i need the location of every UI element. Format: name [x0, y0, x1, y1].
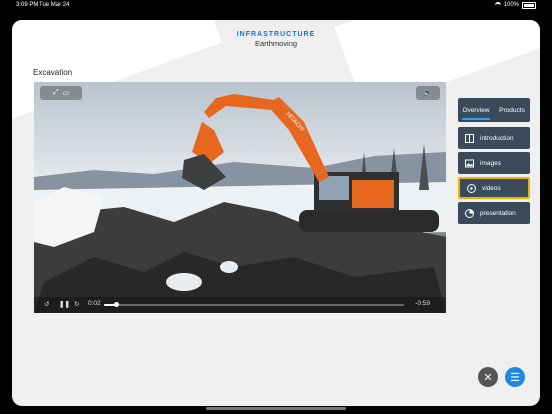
header: INFRASTRUCTURE Earthmoving: [12, 20, 540, 80]
menu-button[interactable]: ☰: [505, 367, 525, 387]
video-player[interactable]: HITACHI ⤢ ▭ 🔈 ↺ ❚❚ ↻ 0:02 -0:59: [34, 82, 446, 313]
fullscreen-button[interactable]: ⤢ ▭: [40, 86, 82, 100]
video-controls: ↺ ❚❚ ↻ 0:02 -0:59: [34, 297, 446, 313]
video-frame: HITACHI: [34, 94, 446, 313]
excavator-body: [352, 180, 394, 208]
snow-patch: [166, 273, 202, 291]
pip-icon: ▭: [62, 90, 70, 97]
menu-item-images[interactable]: images: [458, 152, 530, 174]
section-title: Excavation: [33, 68, 73, 77]
elapsed-time: 0:02: [88, 300, 101, 307]
hamburger-icon: ☰: [510, 371, 520, 384]
status-time: 3:09 PM: [16, 2, 39, 8]
remaining-time: -0:59: [415, 300, 430, 307]
tab-overview[interactable]: Overview: [458, 98, 494, 122]
battery-icon: [522, 1, 536, 9]
book-icon: [465, 133, 474, 143]
header-title: INFRASTRUCTURE: [236, 31, 316, 38]
excavator-tracks: [299, 210, 439, 232]
menu-item-presentation[interactable]: presentation: [458, 202, 530, 224]
tab-overview-label: Overview: [462, 106, 490, 114]
status-bar: 3:09 PM Tue Mar 24 100%: [0, 0, 552, 10]
app-screen: INFRASTRUCTURE Earthmoving Excavation HI…: [12, 20, 540, 406]
excavator-arm: [204, 94, 274, 118]
pause-icon[interactable]: ❚❚: [59, 300, 70, 308]
image-icon: [465, 159, 474, 168]
close-icon: ✕: [483, 371, 493, 384]
tab-bar: Overview Products: [458, 98, 530, 122]
battery-percent: 100%: [503, 2, 519, 8]
header-subtitle: Earthmoving: [254, 39, 298, 48]
menu-item-label: presentation: [480, 209, 516, 217]
menu-item-label: images: [480, 159, 501, 167]
home-indicator: [206, 407, 346, 410]
close-button[interactable]: ✕: [478, 367, 498, 387]
tab-products[interactable]: Products: [494, 98, 530, 122]
menu-item-label: introduction: [480, 134, 514, 142]
presentation-icon: [465, 208, 474, 218]
play-icon: [467, 183, 476, 193]
menu-item-introduction[interactable]: introduction: [458, 127, 530, 149]
tab-products-label: Products: [499, 106, 525, 114]
menu-item-label: videos: [482, 184, 501, 192]
scrubber[interactable]: [104, 302, 404, 307]
scrubber-knob[interactable]: [113, 302, 119, 307]
status-right: 100%: [494, 0, 536, 10]
menu-item-videos[interactable]: videos: [458, 177, 530, 199]
forward-icon[interactable]: ↻: [74, 300, 79, 308]
expand-icon: ⤢: [52, 89, 59, 96]
snow-patch: [220, 261, 238, 273]
rewind-icon[interactable]: ↺: [44, 300, 49, 308]
volume-button[interactable]: 🔈: [416, 86, 440, 100]
status-date: Tue Mar 24: [39, 2, 70, 8]
wifi-icon: [494, 1, 501, 9]
volume-icon: 🔈: [423, 90, 433, 97]
